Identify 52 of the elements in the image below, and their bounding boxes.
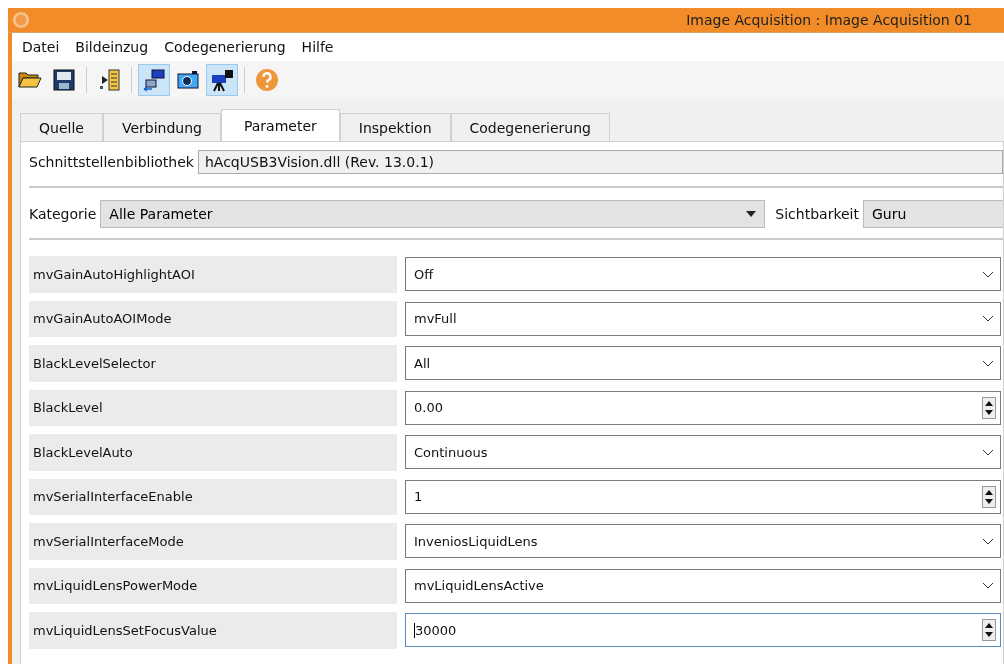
parameter-name: BlackLevel (29, 389, 397, 426)
window-title: Image Acquisition : Image Acquisition 01 (686, 12, 972, 28)
menu-item[interactable]: Datei (22, 39, 60, 55)
parameter-name: BlackLevelAuto (29, 434, 397, 471)
help-icon (255, 68, 279, 92)
tab[interactable]: Quelle (20, 113, 103, 141)
parameter-spinbox[interactable]: 0.00 (405, 390, 1001, 425)
menu-item[interactable]: Codegenerierung (164, 39, 286, 55)
app-logo-icon (12, 11, 30, 29)
parameter-dropdown[interactable]: mvLiquidLensActive (405, 568, 1001, 603)
parameter-dropdown[interactable]: InveniosLiquidLens (405, 524, 1001, 559)
chevron-down-icon (982, 315, 994, 323)
parameter-spinbox[interactable]: 30000 (405, 613, 1001, 648)
field-label: Schnittstellenbibliothek (29, 154, 194, 170)
parameter-name: mvLiquidLensSetFocusValue (29, 612, 397, 649)
chevron-down-icon (982, 448, 994, 456)
parameter-dropdown[interactable]: Continuous (405, 435, 1001, 470)
spin-arrows-icon[interactable] (982, 485, 996, 508)
category-dropdown[interactable]: Alle Parameter (100, 200, 766, 228)
video-camera-icon (210, 68, 234, 92)
connection-icon (142, 68, 166, 92)
parameter-name: mvGainAutoHighlightAOI (29, 256, 397, 293)
field-label: Kategorie (29, 206, 97, 222)
parameter-dropdown[interactable]: mvFull (405, 301, 1001, 336)
dropdown-arrow-icon (746, 211, 757, 217)
parameter-dropdown[interactable]: Off (405, 257, 1001, 292)
parameter-name: mvSerialInterfaceEnable (29, 478, 397, 515)
camera-icon (176, 68, 200, 92)
menu-item[interactable]: Hilfe (301, 39, 334, 55)
parameter-spinbox[interactable]: 1 (405, 479, 1001, 514)
parameter-name: mvSerialInterfaceMode (29, 523, 397, 560)
toolbar-button[interactable] (138, 64, 170, 96)
tab[interactable]: Inspektion (339, 113, 451, 141)
parameter-name: BlackLevelSelector (29, 345, 397, 382)
tab[interactable]: Parameter (220, 109, 340, 141)
spin-arrows-icon[interactable] (982, 396, 996, 419)
chevron-down-icon (982, 270, 994, 278)
chevron-down-icon (982, 582, 994, 590)
tab[interactable]: Verbindung (102, 113, 221, 141)
spin-arrows-icon[interactable] (982, 619, 996, 642)
field-label: Sichtbarkeit (775, 206, 859, 222)
library-field: hAcqUSB3Vision.dll (Rev. 13.0.1) (197, 150, 1003, 174)
chevron-down-icon (982, 359, 994, 367)
toolbar-button[interactable] (206, 64, 238, 96)
visibility-dropdown[interactable]: Guru (863, 200, 1003, 228)
parameter-name: mvLiquidLensPowerMode (29, 567, 397, 604)
tab[interactable]: Codegenerierung (450, 113, 610, 141)
chevron-down-icon (982, 537, 994, 545)
document-icon (97, 68, 121, 92)
menu-item[interactable]: Bildeinzug (75, 39, 149, 55)
parameter-dropdown[interactable]: All (405, 346, 1001, 381)
parameter-name: mvGainAutoAOIMode (29, 300, 397, 337)
